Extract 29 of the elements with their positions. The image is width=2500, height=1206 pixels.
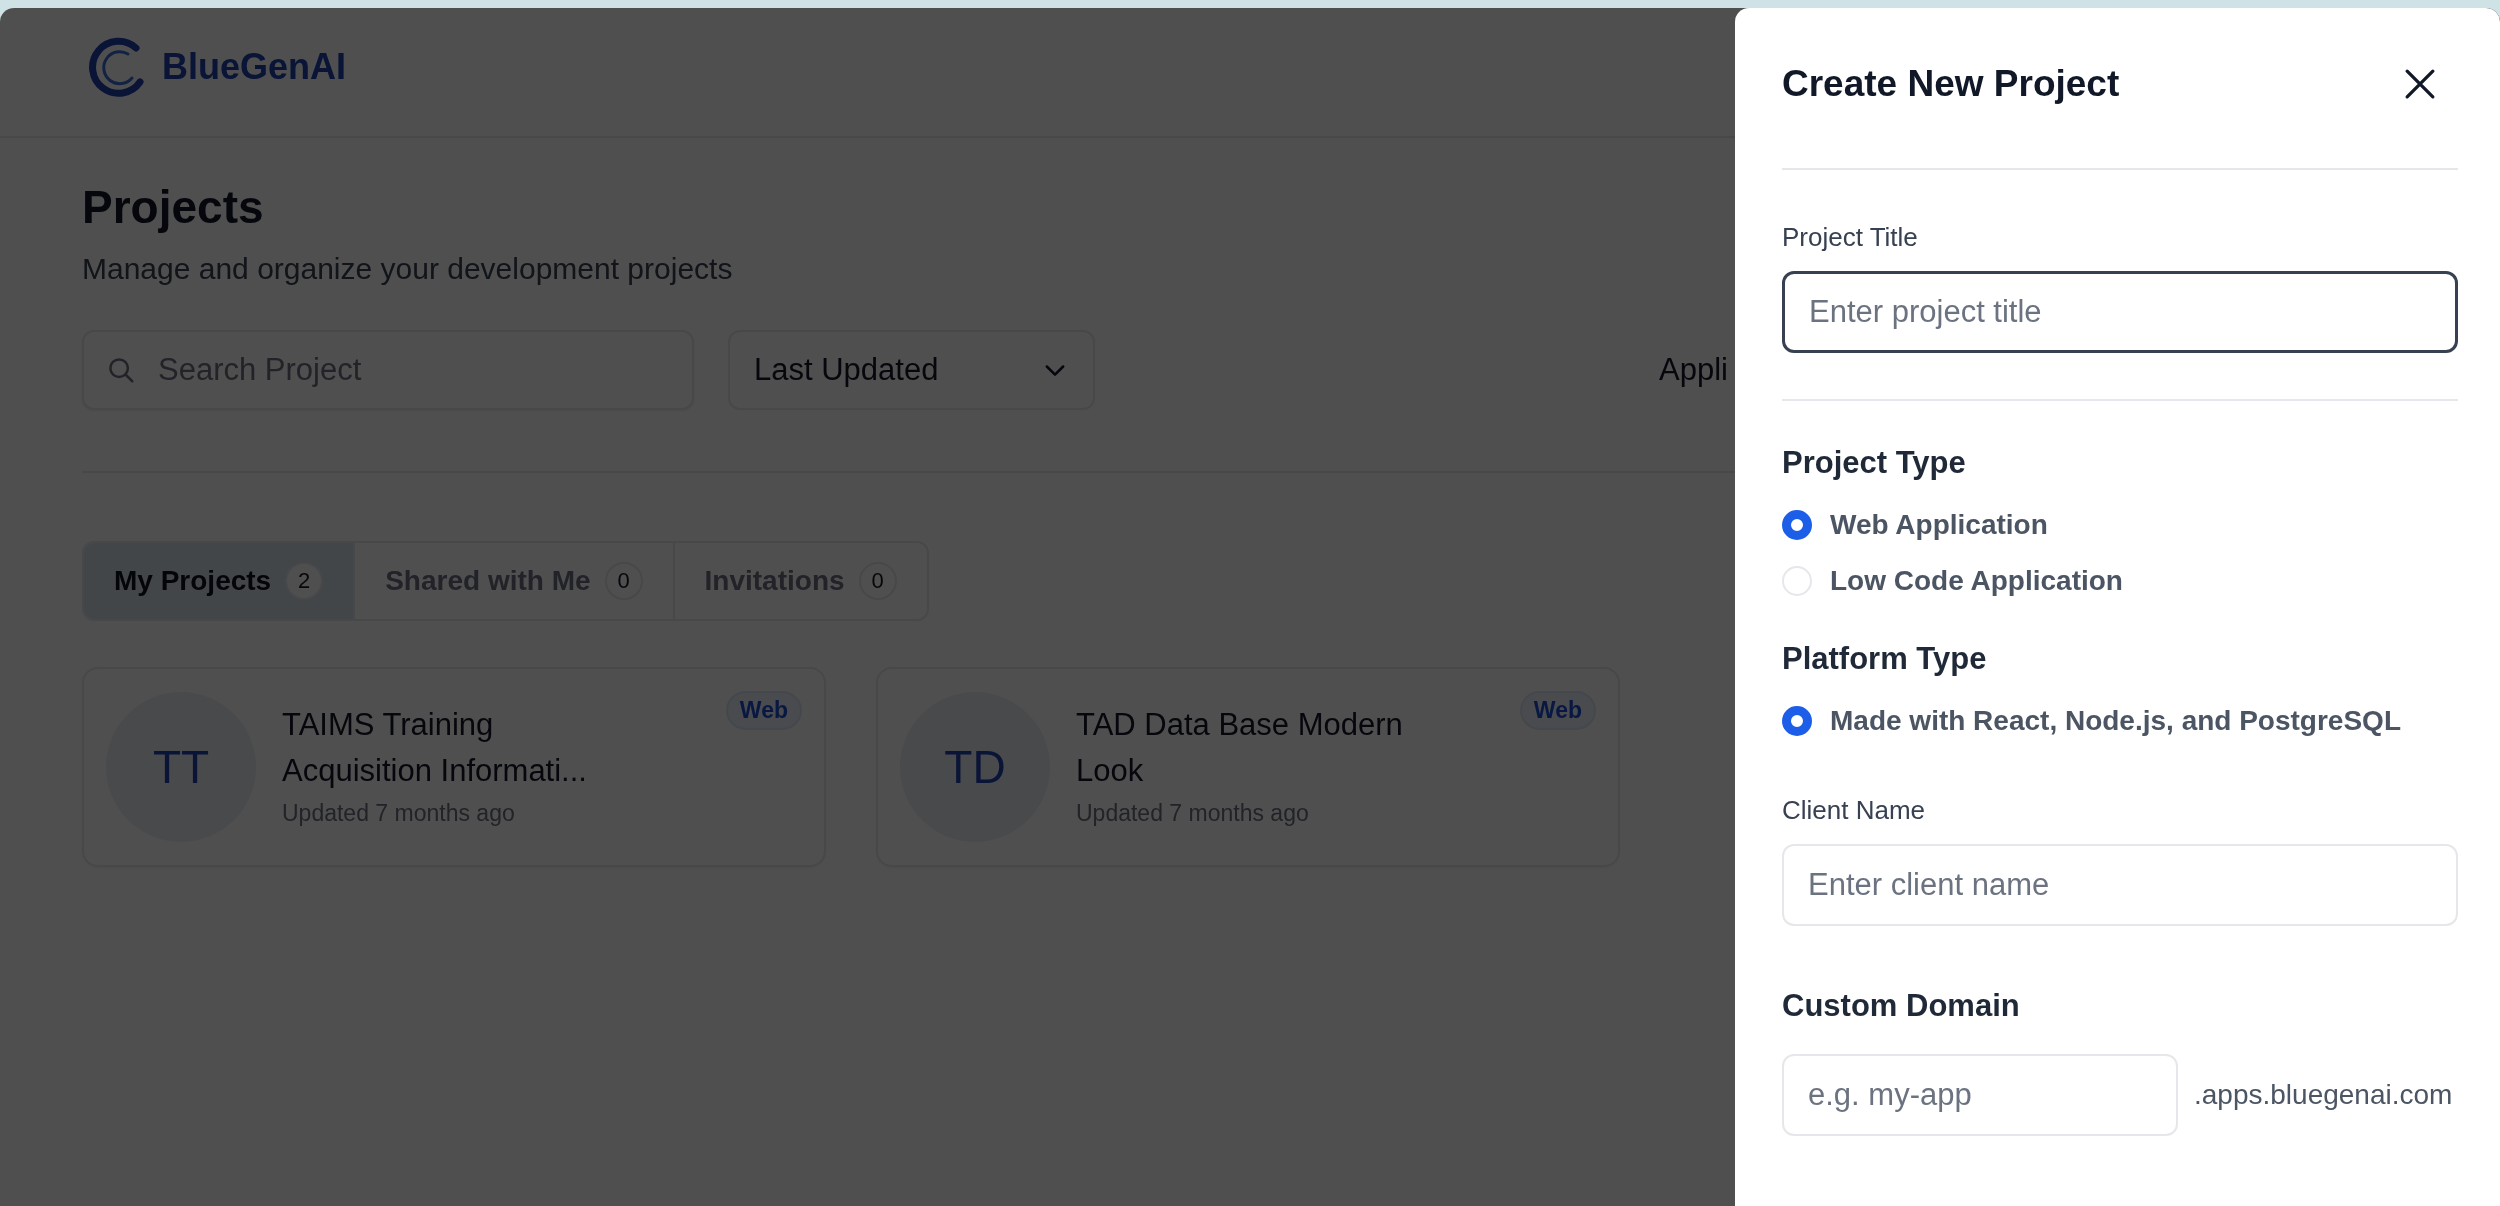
project-title: TAIMS Training Acquisition Informati... <box>282 705 588 790</box>
section-heading: Custom Domain <box>1782 988 2021 1024</box>
panel-title: Create New Project <box>1782 63 2120 105</box>
field-label: Project Title <box>1782 222 1919 253</box>
type-badge: Web <box>725 691 802 730</box>
type-badge: Web <box>1519 691 1596 730</box>
avatar-initials: TT <box>106 692 256 842</box>
sort-dropdown[interactable]: Last Updated <box>728 330 1095 410</box>
project-title: TAD Data Base Modern Look <box>1076 705 1404 790</box>
field-label: Client Name <box>1782 795 1927 826</box>
page-subtitle: Manage and organize your development projects <box>82 252 734 286</box>
button[interactable]: Appli <box>1659 352 1728 388</box>
count-badge: 2 <box>285 562 324 600</box>
avatar-initials: TD <box>900 692 1050 842</box>
section-heading: Project Type <box>1782 445 1967 481</box>
count-badge: 0 <box>858 562 897 600</box>
radio-button[interactable] <box>1782 510 1812 540</box>
tab[interactable]: My Projects 2 <box>84 543 356 619</box>
page-title: Projects <box>82 180 265 234</box>
domain-suffix: .apps.bluegenai.com <box>2194 1079 2453 1111</box>
radio-label[interactable]: Made with React, Node.js, and PostgreSQL <box>1830 705 2401 737</box>
logo-text: BlueGenAI <box>162 46 347 88</box>
section-heading: Platform Type <box>1782 641 1988 677</box>
count-badge: 0 <box>604 562 643 600</box>
radio-label[interactable]: Web Application <box>1830 509 2048 541</box>
search-icon <box>106 355 136 385</box>
radio-button[interactable] <box>1782 706 1812 736</box>
input-field[interactable]: Enter project title <box>1782 271 2458 353</box>
radio-label[interactable]: Low Code Application <box>1830 565 2123 597</box>
